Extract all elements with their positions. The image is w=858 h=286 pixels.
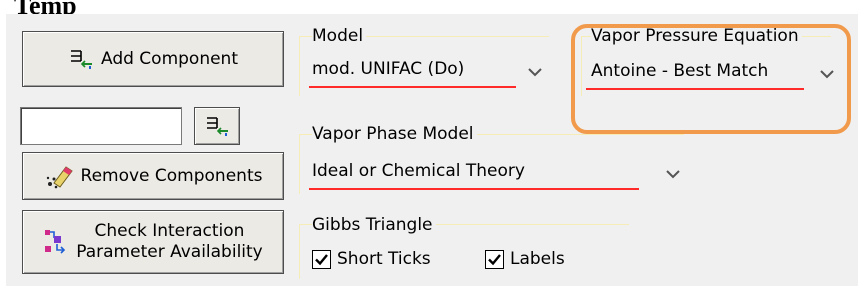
group-divider [581,36,582,96]
group-divider [299,36,300,96]
short-ticks-label: Short Ticks [337,249,431,269]
model-select[interactable]: mod. UNIFAC (Do) [312,59,464,79]
remove-components-button[interactable]: Remove Components [22,152,284,200]
interaction-parameter-icon [43,228,69,256]
vapor-phase-underline [309,188,639,190]
vapor-pressure-select[interactable]: Antoine - Best Match [591,61,768,81]
labels-checkbox-label: Labels [510,249,565,269]
check-interaction-line2: Parameter Availability [76,242,263,262]
add-component-icon [68,48,94,70]
add-component-icon [204,115,230,137]
chevron-down-icon[interactable] [816,63,838,85]
vapor-pressure-label: Vapor Pressure Equation [591,26,802,46]
add-component-button[interactable]: Add Component [22,31,284,87]
gibbs-triangle-label: Gibbs Triangle [312,215,436,235]
labels-checkbox[interactable] [485,249,504,269]
checkmark-icon [488,253,501,265]
model-underline [309,86,516,88]
check-interaction-line1: Check Interaction [94,221,245,241]
chevron-down-icon[interactable] [524,61,546,83]
vapor-phase-select[interactable]: Ideal or Chemical Theory [312,161,525,181]
vapor-pressure-underline [586,88,804,90]
checkmark-icon [315,253,328,265]
vapor-phase-label: Vapor Phase Model [312,124,477,144]
quick-add-button[interactable] [194,107,240,145]
chevron-down-icon[interactable] [662,163,684,185]
group-divider [299,224,300,279]
short-ticks-checkbox[interactable] [312,249,331,269]
settings-panel: Add Component Remove Components Check In… [6,14,858,286]
component-input[interactable] [20,107,182,145]
model-label: Model [312,26,367,46]
add-component-label: Add Component [100,49,238,69]
short-ticks-option[interactable]: Short Ticks [312,249,431,269]
check-interaction-label: Check Interaction Parameter Availability [76,221,263,263]
remove-components-label: Remove Components [80,166,263,186]
check-interaction-button[interactable]: Check Interaction Parameter Availability [22,210,284,274]
eraser-icon [44,163,74,189]
group-divider [299,134,300,194]
labels-option[interactable]: Labels [485,249,565,269]
